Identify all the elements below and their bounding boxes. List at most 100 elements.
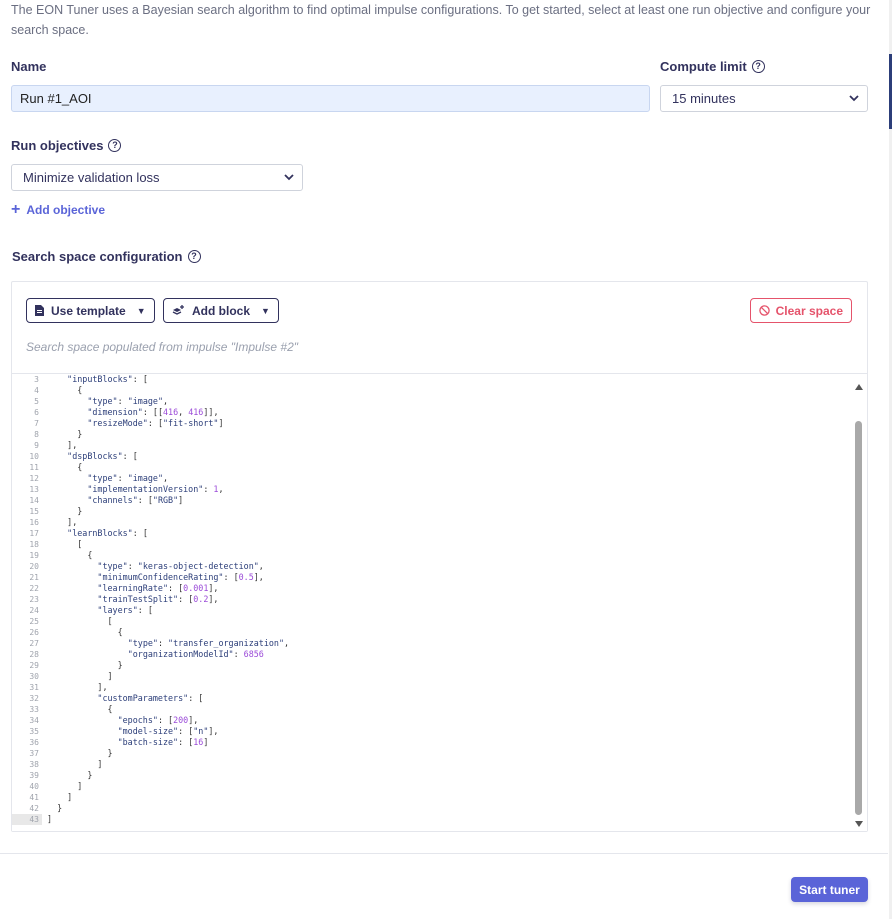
line-number: 32 [29, 694, 39, 703]
help-icon[interactable]: ? [751, 60, 765, 73]
line-number: 12 [29, 474, 39, 483]
code-line[interactable]: ], [47, 517, 289, 528]
line-number: 35 [29, 727, 39, 736]
line-number: 27 [29, 639, 39, 648]
code-line[interactable]: { [47, 385, 289, 396]
code-line[interactable]: "implementationVersion": 1, [47, 484, 289, 495]
code-line[interactable]: { [47, 704, 289, 715]
code-line[interactable]: "organizationModelId": 6856 [47, 649, 289, 660]
code-line[interactable]: "customParameters": [ [47, 693, 289, 704]
compute-limit-select[interactable]: 15 minutes [660, 85, 868, 112]
line-number: 9 [34, 441, 39, 450]
compute-limit-value: 15 minutes [672, 91, 736, 106]
code-editor[interactable]: 3 4 5 6 7 8 9 10 11 12 13 14 15 16 17 18 19 20 21 22 23 24 25 2… [12, 374, 867, 831]
scroll-down-icon[interactable] [855, 821, 863, 827]
line-number: 18 [29, 540, 39, 549]
scrollbar-thumb[interactable] [855, 421, 862, 815]
code-line[interactable]: "epochs": [200], [47, 715, 289, 726]
code-content[interactable]: "inputBlocks": [ { "type": "image", "dim… [47, 374, 289, 825]
code-line[interactable]: "type": "transfer_organization", [47, 638, 289, 649]
run-objective-select[interactable]: Minimize validation loss [11, 164, 303, 191]
name-input[interactable]: Run #1_AOI [11, 85, 650, 112]
code-line[interactable]: } [47, 506, 289, 517]
line-number: 28 [29, 650, 39, 659]
code-line[interactable]: [ [47, 616, 289, 627]
add-block-button[interactable]: Add block ▼ [163, 298, 279, 323]
line-number: 37 [29, 749, 39, 758]
line-number: 31 [29, 683, 39, 692]
editor-scrollbar[interactable] [852, 374, 867, 831]
help-icon[interactable]: ? [108, 139, 122, 152]
caret-down-icon: ▼ [136, 305, 146, 316]
line-number: 34 [29, 716, 39, 725]
line-number: 38 [29, 760, 39, 769]
code-line[interactable]: "minimumConfidenceRating": [0.5], [47, 572, 289, 583]
line-number: 41 [29, 793, 39, 802]
code-line[interactable]: "channels": ["RGB"] [47, 495, 289, 506]
code-line[interactable]: "dspBlocks": [ [47, 451, 289, 462]
code-line[interactable]: } [47, 660, 289, 671]
use-template-button[interactable]: Use template ▼ [26, 298, 155, 323]
code-line[interactable]: "batch-size": [16] [47, 737, 289, 748]
code-line[interactable]: ], [47, 440, 289, 451]
line-number: 42 [29, 804, 39, 813]
line-number: 40 [29, 782, 39, 791]
code-line[interactable]: ] [47, 792, 289, 803]
use-template-label: Use template [51, 303, 126, 318]
code-line[interactable]: ] [47, 759, 289, 770]
line-number: 11 [29, 463, 39, 472]
help-icon[interactable]: ? [187, 250, 201, 263]
code-line[interactable]: "type": "keras-object-detection", [47, 561, 289, 572]
code-line[interactable]: } [47, 748, 289, 759]
code-line[interactable]: } [47, 803, 289, 814]
line-number: 10 [29, 452, 39, 461]
line-number: 43 [12, 814, 42, 825]
chevron-down-icon [849, 95, 859, 102]
code-line[interactable]: ] [47, 814, 289, 825]
document-icon [35, 305, 44, 316]
add-objective-link[interactable]: + Add objective [11, 202, 106, 218]
code-line[interactable]: "type": "image", [47, 473, 289, 484]
code-line[interactable]: ] [47, 671, 289, 682]
line-number: 21 [29, 573, 39, 582]
line-number: 39 [29, 771, 39, 780]
caret-down-icon: ▼ [261, 305, 270, 316]
code-line[interactable]: "learnBlocks": [ [47, 528, 289, 539]
line-number: 20 [29, 562, 39, 571]
code-line[interactable]: "dimension": [[416, 416]], [47, 407, 289, 418]
intro-text: The EON Tuner uses a Bayesian search alg… [11, 3, 871, 37]
populated-note: Search space populated from impulse "Imp… [26, 340, 298, 354]
line-number: 17 [29, 529, 39, 538]
clear-space-button[interactable]: Clear space [749, 298, 852, 323]
code-line[interactable]: "inputBlocks": [ [47, 374, 289, 385]
search-space-label-text: Search space configuration [12, 249, 183, 264]
code-line[interactable]: { [47, 627, 289, 638]
code-line[interactable]: } [47, 770, 289, 781]
line-number-gutter: 3 4 5 6 7 8 9 10 11 12 13 14 15 16 17 18 19 20 21 22 23 24 25 2… [12, 374, 42, 831]
start-tuner-button[interactable]: Start tuner [791, 877, 868, 902]
ban-icon [758, 305, 770, 316]
code-line[interactable]: ] [47, 781, 289, 792]
code-line[interactable]: "resizeMode": ["fit-short"] [47, 418, 289, 429]
code-line[interactable]: "model-size": ["n"], [47, 726, 289, 737]
line-number: 8 [34, 430, 39, 439]
code-line[interactable]: "layers": [ [47, 605, 289, 616]
scroll-up-icon[interactable] [855, 384, 863, 390]
name-label-text: Name [11, 59, 47, 74]
code-line[interactable]: "type": "image", [47, 396, 289, 407]
code-line[interactable]: "trainTestSplit": [0.2], [47, 594, 289, 605]
add-block-label: Add block [192, 303, 251, 318]
line-number: 15 [29, 507, 39, 516]
line-number: 30 [29, 672, 39, 681]
code-line[interactable]: [ [47, 539, 289, 550]
code-line[interactable]: ], [47, 682, 289, 693]
line-number: 13 [29, 485, 39, 494]
line-number: 25 [29, 617, 39, 626]
line-number: 4 [34, 386, 39, 395]
run-objective-value: Minimize validation loss [23, 170, 160, 185]
code-line[interactable]: { [47, 550, 289, 561]
code-line[interactable]: { [47, 462, 289, 473]
add-objective-label: Add objective [26, 203, 106, 217]
code-line[interactable]: "learningRate": [0.001], [47, 583, 289, 594]
code-line[interactable]: } [47, 429, 289, 440]
